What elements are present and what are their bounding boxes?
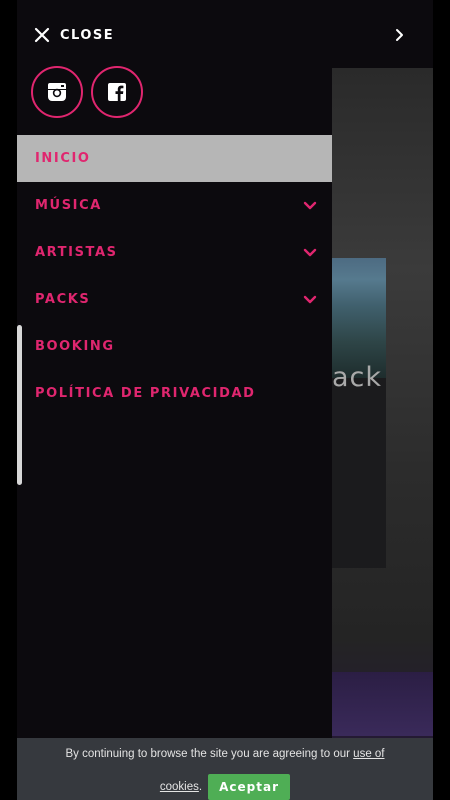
- cookie-text: By continuing to browse the site you are…: [17, 748, 433, 760]
- background-panel: [332, 378, 386, 568]
- cookie-policy-link[interactable]: use of: [353, 748, 384, 760]
- close-x-icon: [34, 27, 50, 43]
- chevron-down-icon[interactable]: [302, 247, 318, 259]
- background-image: [332, 258, 386, 378]
- menu-item-label: ARTISTAS: [35, 245, 118, 260]
- menu-item-label: PACKS: [35, 292, 91, 307]
- instagram-button[interactable]: [31, 66, 83, 118]
- menu-item-politica-de-privacidad[interactable]: POLÍTICA DE PRIVACIDAD: [17, 370, 332, 417]
- cookie-message: By continuing to browse the site you are…: [65, 748, 350, 760]
- drawer-menu: INICIO MÚSICA ARTISTAS PACKS BOOKING POL…: [17, 135, 332, 417]
- menu-item-booking[interactable]: BOOKING: [17, 323, 332, 370]
- close-button[interactable]: CLOSE: [34, 24, 114, 46]
- scroll-handle[interactable]: [17, 325, 22, 485]
- menu-item-musica[interactable]: MÚSICA: [17, 182, 332, 229]
- menu-item-inicio[interactable]: INICIO: [17, 135, 332, 182]
- facebook-icon: [108, 83, 126, 101]
- app-frame: ack CLOSE INICIO MÚSICA ARTISTAS PACKS B…: [17, 0, 433, 800]
- drawer-header: CLOSE: [17, 0, 433, 68]
- facebook-button[interactable]: [91, 66, 143, 118]
- cookie-policy-link-continued[interactable]: cookies: [160, 781, 199, 793]
- menu-item-artistas[interactable]: ARTISTAS: [17, 229, 332, 276]
- chevron-down-icon[interactable]: [302, 200, 318, 212]
- chevron-down-icon[interactable]: [302, 294, 318, 306]
- instagram-icon: [48, 83, 66, 101]
- close-label: CLOSE: [60, 27, 115, 43]
- accept-cookies-button[interactable]: Aceptar: [208, 774, 291, 800]
- menu-item-label: INICIO: [35, 151, 91, 166]
- menu-item-packs[interactable]: PACKS: [17, 276, 332, 323]
- cookie-banner: By continuing to browse the site you are…: [17, 738, 433, 800]
- background-text: ack: [332, 362, 383, 393]
- background-footer: [332, 672, 433, 736]
- cookie-actions: cookies. Aceptar: [17, 774, 433, 800]
- cookie-period: .: [198, 781, 203, 793]
- menu-item-label: BOOKING: [35, 339, 115, 354]
- chevron-right-icon[interactable]: [390, 24, 410, 46]
- menu-item-label: POLÍTICA DE PRIVACIDAD: [35, 386, 256, 401]
- menu-item-label: MÚSICA: [35, 198, 102, 213]
